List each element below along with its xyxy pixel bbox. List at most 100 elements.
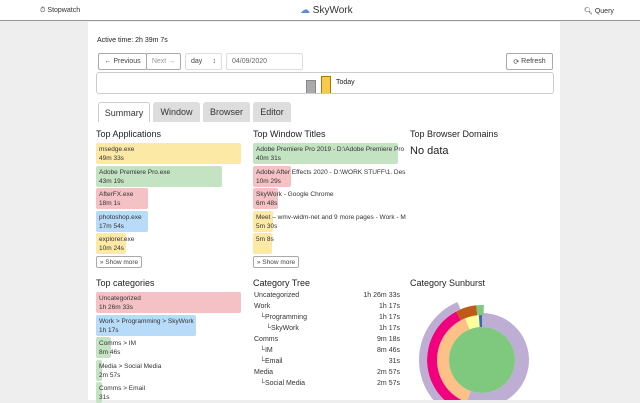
brand-name: SkyWork xyxy=(312,5,353,16)
apps-show-more-button[interactable]: » Show more xyxy=(96,256,142,268)
tree-row[interactable]: └Programming 1h 17s xyxy=(254,314,400,321)
tree-time: 1h 17s xyxy=(378,325,400,332)
bar-item[interactable]: Comms > IM8m 46s xyxy=(96,337,136,358)
item-time: 49m 33s xyxy=(99,155,124,162)
titles-show-more-button[interactable]: » Show more xyxy=(253,256,299,268)
top-applications-title: Top Applications xyxy=(96,129,162,139)
item-name: Meet – wmv-widm-net and 9 more pages - W… xyxy=(256,213,406,222)
stopwatch-link[interactable]: ⏱ Stopwatch xyxy=(40,7,80,15)
item-name: Comms > IM xyxy=(99,339,136,348)
previous-button[interactable]: ← Previous xyxy=(98,53,147,70)
next-button[interactable]: Next → xyxy=(146,53,181,70)
tree-time: 31s xyxy=(388,358,400,365)
tree-name: └IM xyxy=(260,347,273,354)
bar-item[interactable]: Adobe Premiere Pro 2019 - D:\Adobe Premi… xyxy=(253,143,405,164)
no-data-text: No data xyxy=(410,145,449,157)
item-name: msedge.exe xyxy=(99,146,135,153)
refresh-icon: ⟳ xyxy=(513,58,520,66)
bar-item[interactable]: Work > Programming > SkyWork 1h 17s xyxy=(96,314,197,336)
show-more-label: Show more xyxy=(105,258,139,266)
item-name: Adobe Premiere Pro 2019 - D:\Adobe Premi… xyxy=(256,146,405,153)
previous-label: Previous xyxy=(113,58,141,65)
category-tree-title: Category Tree xyxy=(253,278,311,288)
bar-item[interactable]: 5m 8s xyxy=(253,233,274,254)
item-time: 40m 31s xyxy=(256,155,281,162)
item-time: 18m 1s xyxy=(99,200,121,207)
bar-item[interactable]: Meet – wmv-widm-net and 9 more pages - W… xyxy=(253,210,406,232)
item-time: 8m 46s xyxy=(99,349,121,356)
timeline[interactable]: Today xyxy=(96,72,554,94)
item-time: 5m 30s xyxy=(256,222,278,230)
category-sunburst-title: Category Sunburst xyxy=(410,278,486,288)
tree-row[interactable]: Media 2m 57s xyxy=(254,369,400,376)
item-name: Work > Programming > SkyWork xyxy=(99,317,194,325)
brand-logo[interactable]: ☁ SkyWork xyxy=(300,5,353,16)
item-time: 1h 17s xyxy=(99,326,119,334)
tree-name: └Programming xyxy=(260,314,307,321)
stopwatch-label: Stopwatch xyxy=(47,7,81,14)
item-name: Uncategorized xyxy=(99,295,141,302)
bar-item[interactable]: Media > Social Media2m 57s xyxy=(96,359,161,381)
tree-name: Media xyxy=(254,369,274,376)
item-name: SkyWork - Google Chrome xyxy=(256,190,334,199)
tree-row[interactable]: Uncategorized 1h 26m 33s xyxy=(254,292,400,299)
bar-item[interactable]: AfterFX.exe 18m 1s xyxy=(96,188,149,209)
query-link[interactable]: 🔍︎ Query xyxy=(584,7,614,15)
tab-window[interactable]: Window xyxy=(153,102,200,122)
top-window-titles-title: Top Window Titles xyxy=(253,129,326,139)
item-name: AfterFX.exe xyxy=(99,191,134,198)
bar-item[interactable]: explorer.exe 10m 24s xyxy=(96,233,135,254)
select-arrows-icon: ↕ xyxy=(212,58,217,65)
cloud-icon: ☁ xyxy=(300,5,310,16)
tree-row[interactable]: Work 1h 17s xyxy=(254,303,400,310)
tree-name: └Social Media xyxy=(260,380,306,387)
tab-browser[interactable]: Browser xyxy=(203,102,250,122)
refresh-button[interactable]: ⟳ Refresh xyxy=(506,53,553,70)
tree-row[interactable]: └SkyWork 1h 17s xyxy=(254,325,400,332)
category-sunburst-chart[interactable] xyxy=(400,290,560,400)
tree-row[interactable]: └Email 31s xyxy=(254,358,400,365)
item-name: explorer.exe xyxy=(99,236,135,243)
sunburst-center[interactable] xyxy=(449,327,515,393)
tree-name: Work xyxy=(254,303,271,310)
top-browser-domains-title: Top Browser Domains xyxy=(410,129,499,139)
tab-editor[interactable]: Editor xyxy=(253,102,291,122)
tree-time: 2m 57s xyxy=(377,380,400,387)
query-label: Query xyxy=(594,8,614,15)
item-name: photoshop.exe xyxy=(99,213,142,221)
tree-name: Comms xyxy=(254,336,279,343)
tree-time: 1h 17s xyxy=(378,303,400,310)
bar-item[interactable]: Adobe After Effects 2020 - D:\WORK STUFF… xyxy=(253,165,405,187)
refresh-label: Refresh xyxy=(521,58,546,65)
today-label: Today xyxy=(336,79,355,86)
active-time: Active time: 2h 39m 7s xyxy=(97,37,168,44)
tree-row[interactable]: Comms 9m 18s xyxy=(254,336,400,343)
item-time: 6m 48s xyxy=(256,200,278,207)
timeline-bar-previous[interactable] xyxy=(306,80,316,93)
top-categories-title: Top categories xyxy=(96,278,155,288)
tree-time: 9m 18s xyxy=(377,336,400,343)
bar-item[interactable]: SkyWork - Google Chrome6m 48s xyxy=(253,188,334,209)
show-more-label: Show more xyxy=(262,258,296,266)
bar-item[interactable]: photoshop.exe 17m 54s xyxy=(96,210,149,232)
tree-time: 8m 46s xyxy=(377,347,400,354)
tab-summary[interactable]: Summary xyxy=(98,102,150,122)
tree-row[interactable]: └IM 8m 46s xyxy=(254,347,400,354)
date-input[interactable]: 04/09/2020 xyxy=(226,53,303,70)
bar-item[interactable]: Adobe Premiere Pro.exe 43m 19s xyxy=(96,165,223,187)
period-select[interactable]: day ↕ xyxy=(185,53,222,70)
bar-item[interactable]: msedge.exe 49m 33s xyxy=(96,143,241,164)
next-label: Next xyxy=(151,58,167,65)
period-value: day xyxy=(191,58,203,65)
sunburst-segment[interactable] xyxy=(476,305,484,316)
timeline-bar-today[interactable] xyxy=(321,76,331,93)
item-time: 10m 24s xyxy=(99,245,124,252)
tree-name: └Email xyxy=(260,358,283,365)
top-nav: ⏱ Stopwatch ☁ SkyWork 🔍︎ Query xyxy=(0,0,640,21)
bar-item[interactable]: Uncategorized 1h 26m 33s xyxy=(96,292,241,313)
item-time: 10m 29s xyxy=(256,177,281,185)
item-time: 43m 19s xyxy=(99,177,124,185)
tree-time: 2m 57s xyxy=(377,369,400,376)
tree-row[interactable]: └Social Media 2m 57s xyxy=(254,380,400,387)
item-name: Adobe Premiere Pro.exe xyxy=(99,168,171,176)
